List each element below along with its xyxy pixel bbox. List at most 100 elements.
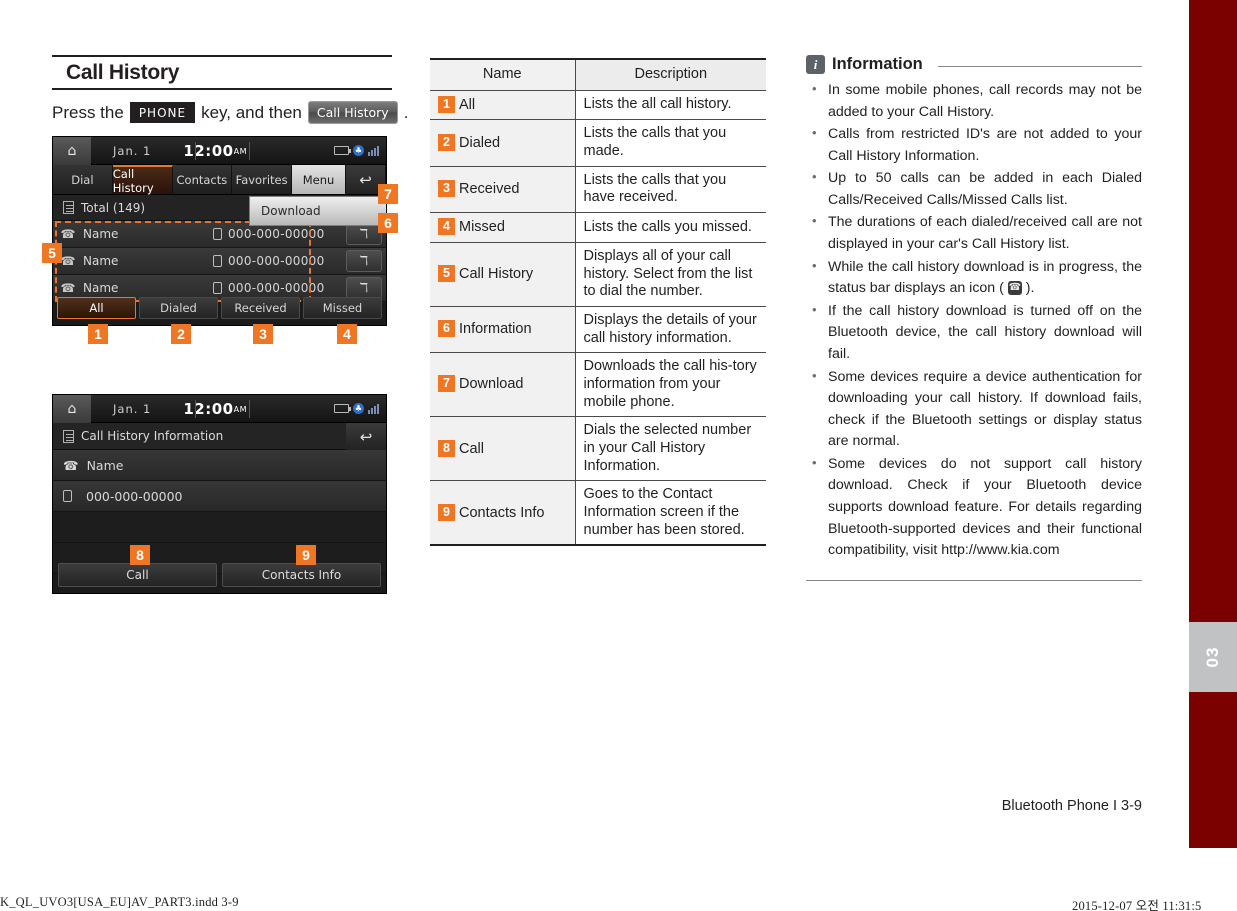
cell-description: Goes to the Contact Information screen i… — [575, 480, 766, 547]
middle-column: Name Description 1 All Lists the all call… — [430, 57, 766, 547]
column-header-name: Name — [430, 57, 576, 91]
home-icon[interactable]: ⌂ — [53, 137, 91, 165]
phone-icon — [213, 228, 222, 240]
status-date-2: Jan. 1 — [113, 401, 152, 416]
info-icon[interactable]: ℸ — [346, 223, 382, 245]
bullet-item: Calls from restricted ID's are not added… — [806, 123, 1142, 167]
list-icon — [63, 429, 74, 443]
signal-icon — [368, 403, 379, 414]
instruction-suffix: . — [403, 102, 409, 122]
screenshot-call-history-list: ⌂ Jan. 1 12:00AM ♣ Dial Call History Con… — [52, 136, 387, 326]
phone-key-chip: PHONE — [129, 102, 196, 123]
nav-tab-contacts[interactable]: Contacts — [173, 165, 233, 194]
list-item[interactable]: ☎ Name 000-000-00000 ℸ — [53, 248, 386, 275]
table-body: 1 All Lists the all call history. 2 Dialed… — [430, 90, 766, 547]
status-time-value-1: 12:00 — [183, 141, 234, 160]
list-icon — [63, 201, 74, 214]
status-time-value-2: 12:00 — [183, 399, 234, 418]
row-name-text: Information — [459, 321, 532, 338]
cell-description: Displays the details of your call histor… — [575, 306, 766, 354]
cell-description: Dials the selected number in your Call H… — [575, 416, 766, 482]
row-name-text: Received — [459, 181, 520, 198]
call-arrow-icon: ☎ — [60, 227, 76, 241]
call-history-button-chip: Call History — [307, 101, 398, 124]
filter-tab-all[interactable]: All — [57, 297, 136, 319]
bullet-item: In some mobile phones, call records may … — [806, 79, 1142, 123]
information-title: Information — [832, 55, 923, 73]
instruction-line: Press the PHONE key, and then Call Histo… — [52, 101, 408, 124]
instruction-prefix: Press the — [52, 102, 124, 122]
row-number-badge: 8 — [438, 439, 455, 457]
cell-name: 8 Call — [430, 416, 576, 482]
feature-table: Name Description 1 All Lists the all call… — [430, 57, 766, 547]
nav-tab-call-history[interactable]: Call History — [112, 165, 173, 195]
cell-name: 9 Contacts Info — [430, 480, 576, 547]
detail-row-number: 000-000-00000 — [53, 481, 386, 512]
cell-name: 6 Information — [430, 306, 576, 354]
row-name-text: Call — [459, 440, 484, 457]
total-count-label: Total (149) — [81, 200, 146, 215]
row-number-badge: 5 — [438, 265, 455, 282]
chapter-tab-label: 03 — [1203, 646, 1222, 668]
battery-icon — [334, 404, 351, 413]
table-row: 7 Download Downloads the call his-tory in… — [430, 352, 766, 418]
information-bullets: In some mobile phones, call records may … — [806, 79, 1142, 562]
callout-badge-8: 8 — [130, 545, 150, 565]
cell-description: Lists the calls that you made. — [575, 119, 766, 167]
call-arrow-icon: ☎ — [63, 457, 79, 473]
filter-tab-dialed[interactable]: Dialed — [139, 297, 218, 319]
cell-name: 2 Dialed — [430, 119, 576, 167]
manual-page: 03 Call History Press the PHONE key, and… — [0, 0, 1237, 911]
status-ampm-1: AM — [233, 146, 247, 156]
home-icon[interactable]: ⌂ — [53, 395, 91, 423]
row-name-text: Call History — [459, 266, 534, 282]
info-icon[interactable]: ℸ — [346, 250, 382, 272]
cell-name: 5 Call History — [430, 242, 576, 307]
bullet-text-pre: While the call history download is in pr… — [828, 258, 1142, 297]
cell-description: Displays all of your call history. Selec… — [575, 242, 766, 307]
cell-description: Lists the calls that you have received. — [575, 166, 766, 214]
info-screen-title: Call History Information — [81, 429, 224, 443]
table-row: 5 Call History Displays all of your call … — [430, 242, 766, 307]
filter-tab-received[interactable]: Received — [221, 297, 300, 319]
nav-tabs-1: Dial Call History Contacts Favorites Men… — [53, 165, 386, 195]
call-history-list: ☎ Name 000-000-00000 ℸ ☎ Name 000-000-00… — [53, 221, 386, 302]
battery-icon — [334, 146, 351, 155]
filter-tabs: All Dialed Received Missed — [53, 297, 386, 319]
callout-badge-6: 6 — [378, 213, 398, 233]
status-ampm-2: AM — [233, 404, 247, 414]
cell-name: 4 Missed — [430, 212, 576, 243]
phone-icon — [213, 282, 222, 294]
table-row: 1 All Lists the all call history. — [430, 90, 766, 121]
chapter-tab: 03 — [1189, 622, 1237, 692]
detail-row-name: ☎ Name — [53, 450, 386, 481]
cell-description: Lists the calls you missed. — [575, 212, 766, 243]
download-menu-item[interactable]: Download — [249, 196, 386, 226]
contact-name: Name — [83, 281, 119, 295]
nav-tab-menu[interactable]: Menu — [292, 165, 346, 194]
row-number-badge: 9 — [438, 503, 455, 521]
nav-tab-dial[interactable]: Dial — [53, 165, 113, 194]
call-button[interactable]: Call — [58, 563, 217, 587]
contacts-info-button[interactable]: Contacts Info — [222, 563, 381, 587]
status-divider-2 — [249, 142, 250, 160]
bullet-item: Some devices require a device authentica… — [806, 366, 1142, 453]
status-date-1: Jan. 1 — [113, 143, 152, 158]
status-bar-1: ⌂ Jan. 1 12:00AM ♣ — [53, 137, 386, 165]
call-arrow-icon: ☎ — [60, 281, 76, 295]
cell-name: 1 All — [430, 90, 576, 121]
row-name-text: All — [459, 96, 476, 113]
instruction-middle: key, and then — [201, 102, 302, 122]
callout-badge-2: 2 — [171, 324, 191, 344]
table-row: 6 Information Displays the details of you… — [430, 306, 766, 354]
column-header-description: Description — [575, 57, 766, 91]
row-number-badge: 4 — [438, 218, 455, 236]
info-icon[interactable]: ℸ — [346, 277, 382, 299]
right-column: i Information In some mobile phones, cal… — [806, 55, 1142, 581]
back-arrow-icon[interactable]: ↩ — [346, 423, 386, 450]
contact-number: 000-000-00000 — [213, 227, 325, 241]
info-icon: i — [806, 55, 825, 74]
filter-tab-missed[interactable]: Missed — [303, 297, 382, 319]
page-footer: Bluetooth Phone I 3-9 — [1001, 798, 1142, 814]
nav-tab-favorites[interactable]: Favorites — [232, 165, 292, 194]
